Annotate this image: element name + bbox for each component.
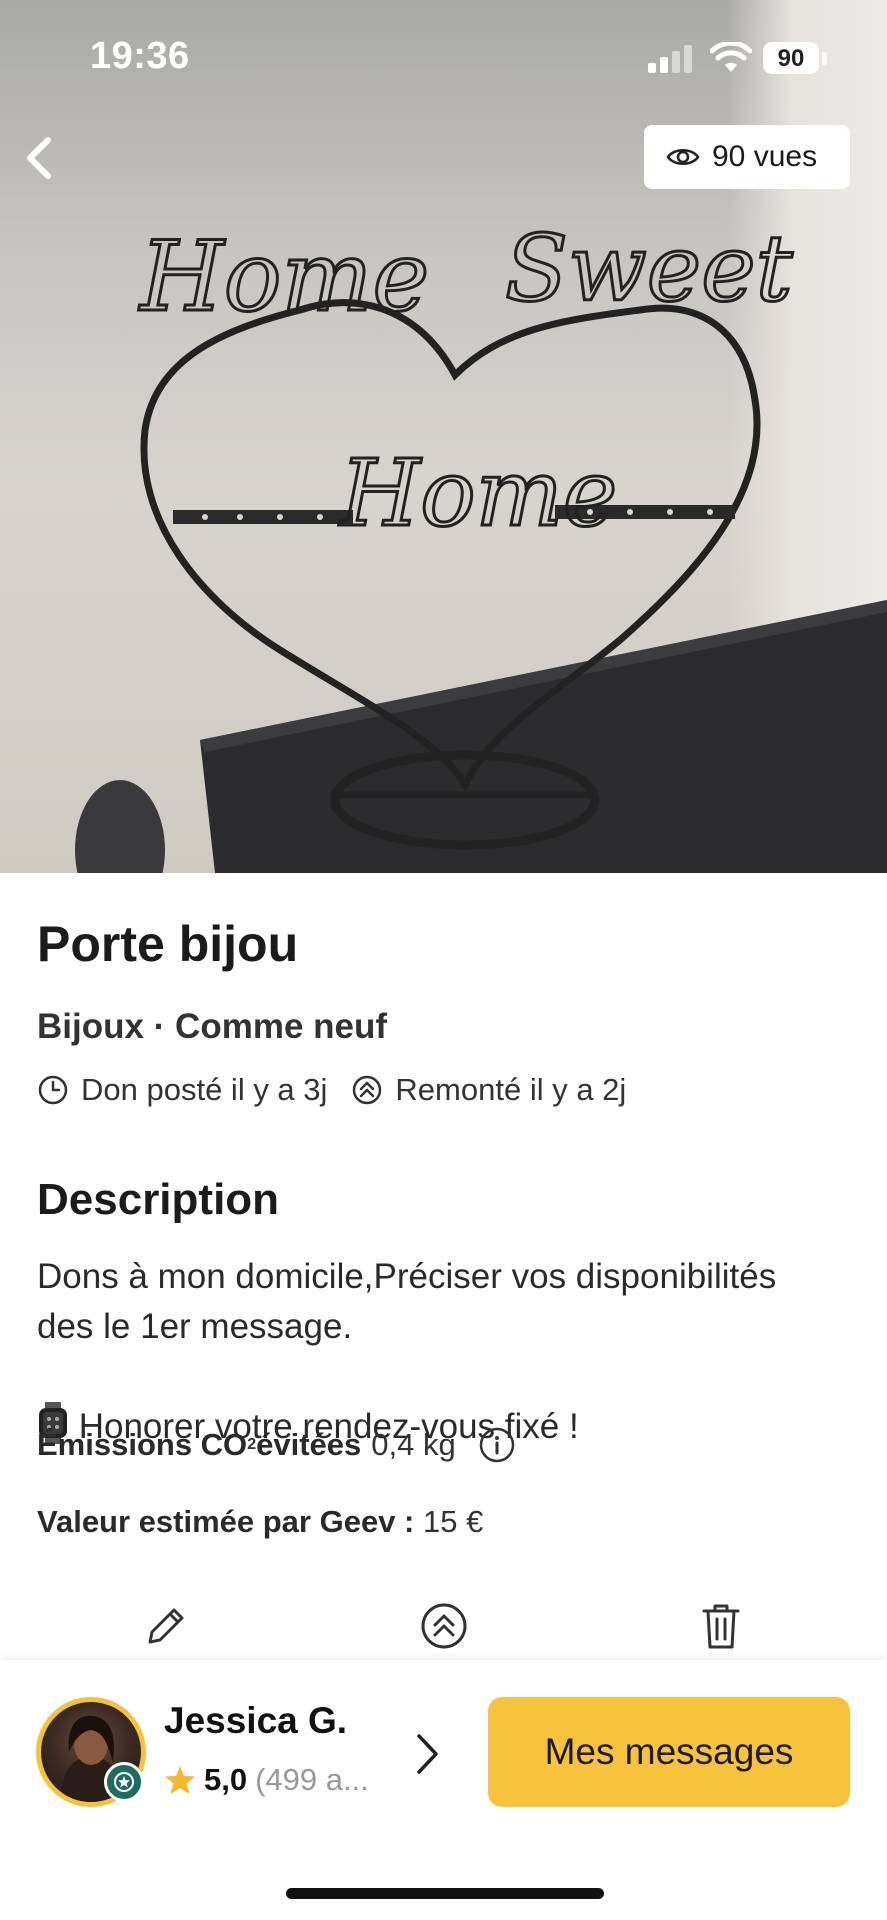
- double-chevron-up-circle-icon: [421, 1603, 467, 1649]
- svg-text:Home: Home: [138, 221, 429, 333]
- signal-icon: [648, 45, 692, 73]
- co2-label: Émissions CO: [37, 1427, 248, 1462]
- bump-button[interactable]: [416, 1598, 472, 1654]
- clock-icon: [38, 1075, 68, 1105]
- back-arrow-icon[interactable]: [14, 128, 64, 188]
- clock: 19:36: [90, 35, 190, 77]
- listing-meta: Don posté il y a 3j Remonté il y a 2j: [37, 1072, 650, 1108]
- rating-count: (499 a...: [255, 1762, 369, 1797]
- bumped-info: Remonté il y a 2j: [351, 1072, 626, 1108]
- pencil-icon: [148, 1608, 184, 1644]
- verified-badge: [104, 1762, 144, 1802]
- star-icon: [165, 1766, 195, 1794]
- posted-info: Don posté il y a 3j: [37, 1072, 327, 1108]
- views-badge: 90 vues: [644, 125, 850, 189]
- owner-actions: [0, 1598, 887, 1658]
- valeur-label: Valeur estimée par Geev :: [37, 1504, 415, 1539]
- description-line-1: Dons à mon domicile,Préciser vos disponi…: [37, 1257, 777, 1346]
- double-chevron-up-icon: [353, 1075, 382, 1105]
- status-bar: 19:36 90: [0, 0, 887, 110]
- delete-button[interactable]: [693, 1598, 749, 1654]
- valeur-value: 15 €: [423, 1504, 484, 1539]
- co2-subscript: 2: [247, 1436, 257, 1453]
- chevron-right-icon[interactable]: [412, 1730, 442, 1778]
- battery-indicator: 90: [763, 42, 819, 74]
- user-rating: 5,0 (499 a...: [164, 1762, 369, 1798]
- svg-text:Home: Home: [338, 440, 617, 547]
- trash-icon: [702, 1604, 740, 1649]
- co2-info: Émissions CO 2 évitées 0,4 kg: [37, 1426, 516, 1464]
- info-icon[interactable]: [478, 1426, 516, 1464]
- bumped-text: Remonté il y a 2j: [395, 1072, 627, 1107]
- rating-value: 5,0: [204, 1762, 248, 1797]
- views-count: 90 vues: [712, 140, 818, 173]
- user-name[interactable]: Jessica G.: [164, 1700, 347, 1742]
- home-indicator: [286, 1888, 604, 1899]
- listing-photo[interactable]: Home Sweet Home 19:36 90 90 vues: [0, 0, 887, 873]
- edit-button[interactable]: [138, 1598, 194, 1654]
- co2-label-end: évitées: [256, 1427, 362, 1462]
- svg-text:Sweet: Sweet: [505, 215, 794, 322]
- listing-title: Porte bijou: [37, 916, 299, 972]
- estimated-value: Valeur estimée par Geev : 15 €: [37, 1504, 483, 1540]
- listing-category: Bijoux · Comme neuf: [37, 1007, 388, 1046]
- battery-tip: [822, 52, 827, 65]
- description-heading: Description: [37, 1175, 280, 1224]
- posted-text: Don posté il y a 3j: [81, 1072, 328, 1107]
- wifi-icon: [710, 42, 752, 72]
- badge-star-icon: [114, 1772, 134, 1792]
- watch-emoji: [37, 1352, 69, 1444]
- co2-value: 0,4 kg: [371, 1427, 456, 1462]
- eye-icon: [666, 149, 700, 165]
- description-text: Dons à mon domicile,Préciser vos disponi…: [37, 1252, 797, 1452]
- messages-button[interactable]: Mes messages: [488, 1697, 850, 1807]
